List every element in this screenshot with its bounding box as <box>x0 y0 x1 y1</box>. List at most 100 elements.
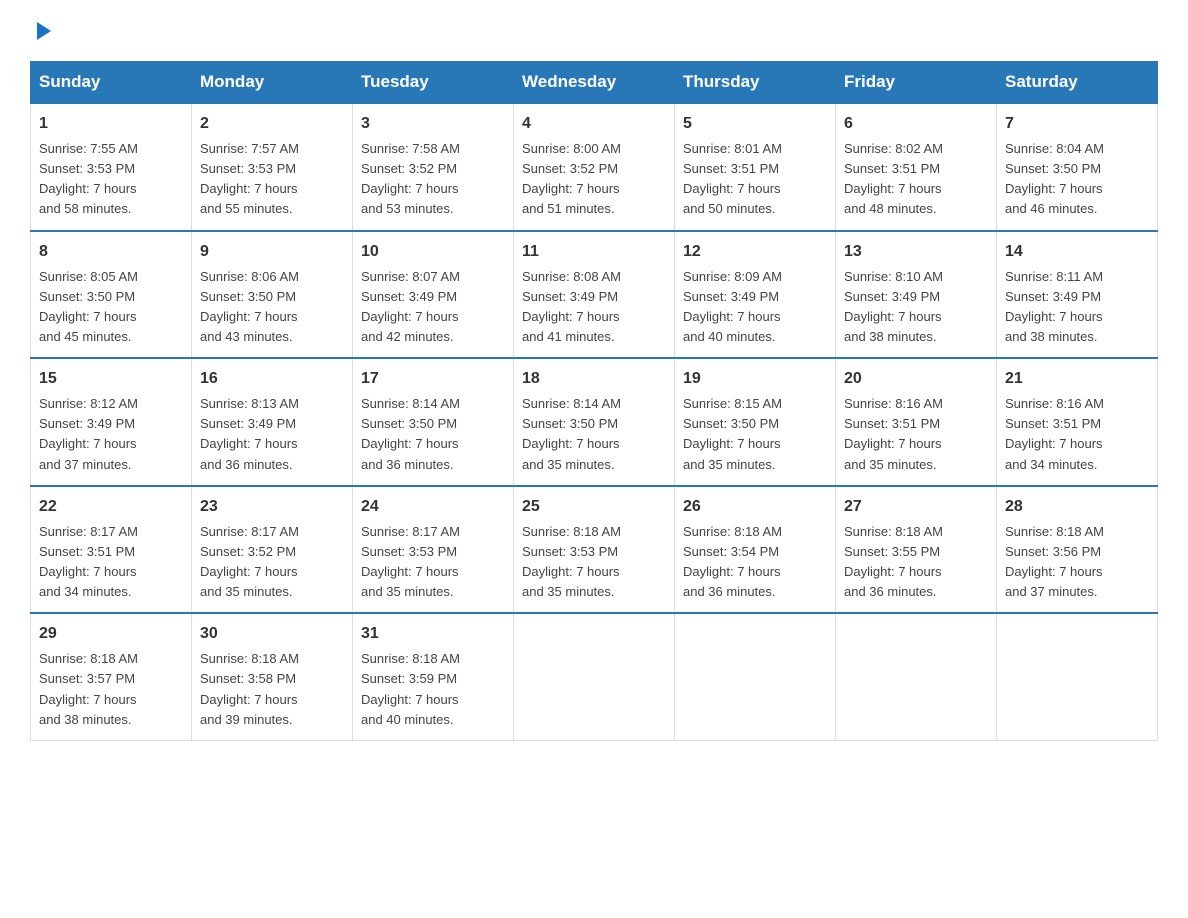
day-number: 6 <box>844 112 988 136</box>
day-info: Sunrise: 8:17 AMSunset: 3:51 PMDaylight:… <box>39 524 138 599</box>
day-info: Sunrise: 8:08 AMSunset: 3:49 PMDaylight:… <box>522 269 621 344</box>
calendar-cell: 21 Sunrise: 8:16 AMSunset: 3:51 PMDaylig… <box>997 358 1158 486</box>
calendar-cell <box>836 613 997 740</box>
day-number: 3 <box>361 112 505 136</box>
day-info: Sunrise: 7:57 AMSunset: 3:53 PMDaylight:… <box>200 141 299 216</box>
day-info: Sunrise: 8:06 AMSunset: 3:50 PMDaylight:… <box>200 269 299 344</box>
calendar-cell: 26 Sunrise: 8:18 AMSunset: 3:54 PMDaylig… <box>675 486 836 614</box>
calendar-cell: 27 Sunrise: 8:18 AMSunset: 3:55 PMDaylig… <box>836 486 997 614</box>
calendar-cell <box>514 613 675 740</box>
calendar-cell: 15 Sunrise: 8:12 AMSunset: 3:49 PMDaylig… <box>31 358 192 486</box>
calendar-cell: 12 Sunrise: 8:09 AMSunset: 3:49 PMDaylig… <box>675 231 836 359</box>
day-number: 23 <box>200 495 344 519</box>
week-row-2: 8 Sunrise: 8:05 AMSunset: 3:50 PMDayligh… <box>31 231 1158 359</box>
calendar-cell: 13 Sunrise: 8:10 AMSunset: 3:49 PMDaylig… <box>836 231 997 359</box>
calendar-cell <box>675 613 836 740</box>
day-number: 11 <box>522 240 666 264</box>
day-info: Sunrise: 8:13 AMSunset: 3:49 PMDaylight:… <box>200 396 299 471</box>
col-monday: Monday <box>192 62 353 104</box>
day-info: Sunrise: 8:18 AMSunset: 3:57 PMDaylight:… <box>39 651 138 726</box>
day-info: Sunrise: 8:18 AMSunset: 3:54 PMDaylight:… <box>683 524 782 599</box>
calendar-cell: 8 Sunrise: 8:05 AMSunset: 3:50 PMDayligh… <box>31 231 192 359</box>
calendar-cell: 11 Sunrise: 8:08 AMSunset: 3:49 PMDaylig… <box>514 231 675 359</box>
day-number: 28 <box>1005 495 1149 519</box>
calendar-cell: 17 Sunrise: 8:14 AMSunset: 3:50 PMDaylig… <box>353 358 514 486</box>
day-info: Sunrise: 8:18 AMSunset: 3:53 PMDaylight:… <box>522 524 621 599</box>
day-number: 2 <box>200 112 344 136</box>
calendar-cell <box>997 613 1158 740</box>
day-info: Sunrise: 8:17 AMSunset: 3:53 PMDaylight:… <box>361 524 460 599</box>
calendar-cell: 29 Sunrise: 8:18 AMSunset: 3:57 PMDaylig… <box>31 613 192 740</box>
logo-arrow-icon <box>33 20 55 47</box>
day-info: Sunrise: 8:05 AMSunset: 3:50 PMDaylight:… <box>39 269 138 344</box>
day-info: Sunrise: 8:11 AMSunset: 3:49 PMDaylight:… <box>1005 269 1103 344</box>
calendar-cell: 2 Sunrise: 7:57 AMSunset: 3:53 PMDayligh… <box>192 103 353 231</box>
calendar-cell: 5 Sunrise: 8:01 AMSunset: 3:51 PMDayligh… <box>675 103 836 231</box>
col-saturday: Saturday <box>997 62 1158 104</box>
day-number: 26 <box>683 495 827 519</box>
day-number: 20 <box>844 367 988 391</box>
day-info: Sunrise: 8:15 AMSunset: 3:50 PMDaylight:… <box>683 396 782 471</box>
calendar-cell: 7 Sunrise: 8:04 AMSunset: 3:50 PMDayligh… <box>997 103 1158 231</box>
day-info: Sunrise: 8:09 AMSunset: 3:49 PMDaylight:… <box>683 269 782 344</box>
day-info: Sunrise: 8:18 AMSunset: 3:59 PMDaylight:… <box>361 651 460 726</box>
day-number: 7 <box>1005 112 1149 136</box>
day-number: 4 <box>522 112 666 136</box>
day-number: 21 <box>1005 367 1149 391</box>
calendar-cell: 10 Sunrise: 8:07 AMSunset: 3:49 PMDaylig… <box>353 231 514 359</box>
day-info: Sunrise: 8:04 AMSunset: 3:50 PMDaylight:… <box>1005 141 1104 216</box>
day-info: Sunrise: 8:14 AMSunset: 3:50 PMDaylight:… <box>361 396 460 471</box>
day-number: 31 <box>361 622 505 646</box>
day-info: Sunrise: 8:18 AMSunset: 3:55 PMDaylight:… <box>844 524 943 599</box>
day-number: 10 <box>361 240 505 264</box>
day-info: Sunrise: 8:02 AMSunset: 3:51 PMDaylight:… <box>844 141 943 216</box>
day-number: 5 <box>683 112 827 136</box>
col-wednesday: Wednesday <box>514 62 675 104</box>
day-info: Sunrise: 8:01 AMSunset: 3:51 PMDaylight:… <box>683 141 782 216</box>
col-tuesday: Tuesday <box>353 62 514 104</box>
day-number: 12 <box>683 240 827 264</box>
day-info: Sunrise: 8:18 AMSunset: 3:56 PMDaylight:… <box>1005 524 1104 599</box>
day-number: 8 <box>39 240 183 264</box>
calendar-cell: 30 Sunrise: 8:18 AMSunset: 3:58 PMDaylig… <box>192 613 353 740</box>
calendar-cell: 23 Sunrise: 8:17 AMSunset: 3:52 PMDaylig… <box>192 486 353 614</box>
calendar-cell: 6 Sunrise: 8:02 AMSunset: 3:51 PMDayligh… <box>836 103 997 231</box>
day-info: Sunrise: 8:17 AMSunset: 3:52 PMDaylight:… <box>200 524 299 599</box>
calendar-cell: 19 Sunrise: 8:15 AMSunset: 3:50 PMDaylig… <box>675 358 836 486</box>
day-info: Sunrise: 8:16 AMSunset: 3:51 PMDaylight:… <box>1005 396 1104 471</box>
day-number: 1 <box>39 112 183 136</box>
day-info: Sunrise: 8:00 AMSunset: 3:52 PMDaylight:… <box>522 141 621 216</box>
calendar-cell: 14 Sunrise: 8:11 AMSunset: 3:49 PMDaylig… <box>997 231 1158 359</box>
calendar-cell: 4 Sunrise: 8:00 AMSunset: 3:52 PMDayligh… <box>514 103 675 231</box>
day-number: 16 <box>200 367 344 391</box>
day-info: Sunrise: 8:12 AMSunset: 3:49 PMDaylight:… <box>39 396 138 471</box>
day-number: 13 <box>844 240 988 264</box>
day-number: 15 <box>39 367 183 391</box>
calendar-cell: 18 Sunrise: 8:14 AMSunset: 3:50 PMDaylig… <box>514 358 675 486</box>
calendar-cell: 28 Sunrise: 8:18 AMSunset: 3:56 PMDaylig… <box>997 486 1158 614</box>
day-info: Sunrise: 8:18 AMSunset: 3:58 PMDaylight:… <box>200 651 299 726</box>
day-number: 29 <box>39 622 183 646</box>
day-info: Sunrise: 8:07 AMSunset: 3:49 PMDaylight:… <box>361 269 460 344</box>
day-number: 25 <box>522 495 666 519</box>
calendar-cell: 9 Sunrise: 8:06 AMSunset: 3:50 PMDayligh… <box>192 231 353 359</box>
calendar-cell: 3 Sunrise: 7:58 AMSunset: 3:52 PMDayligh… <box>353 103 514 231</box>
day-number: 30 <box>200 622 344 646</box>
col-thursday: Thursday <box>675 62 836 104</box>
calendar-cell: 1 Sunrise: 7:55 AMSunset: 3:53 PMDayligh… <box>31 103 192 231</box>
day-number: 22 <box>39 495 183 519</box>
day-info: Sunrise: 8:16 AMSunset: 3:51 PMDaylight:… <box>844 396 943 471</box>
day-info: Sunrise: 8:10 AMSunset: 3:49 PMDaylight:… <box>844 269 943 344</box>
calendar-cell: 31 Sunrise: 8:18 AMSunset: 3:59 PMDaylig… <box>353 613 514 740</box>
logo <box>30 20 55 43</box>
col-sunday: Sunday <box>31 62 192 104</box>
week-row-5: 29 Sunrise: 8:18 AMSunset: 3:57 PMDaylig… <box>31 613 1158 740</box>
calendar-cell: 20 Sunrise: 8:16 AMSunset: 3:51 PMDaylig… <box>836 358 997 486</box>
week-row-1: 1 Sunrise: 7:55 AMSunset: 3:53 PMDayligh… <box>31 103 1158 231</box>
week-row-4: 22 Sunrise: 8:17 AMSunset: 3:51 PMDaylig… <box>31 486 1158 614</box>
page-header <box>30 20 1158 43</box>
calendar-cell: 22 Sunrise: 8:17 AMSunset: 3:51 PMDaylig… <box>31 486 192 614</box>
day-info: Sunrise: 7:55 AMSunset: 3:53 PMDaylight:… <box>39 141 138 216</box>
day-number: 14 <box>1005 240 1149 264</box>
calendar-body: 1 Sunrise: 7:55 AMSunset: 3:53 PMDayligh… <box>31 103 1158 740</box>
